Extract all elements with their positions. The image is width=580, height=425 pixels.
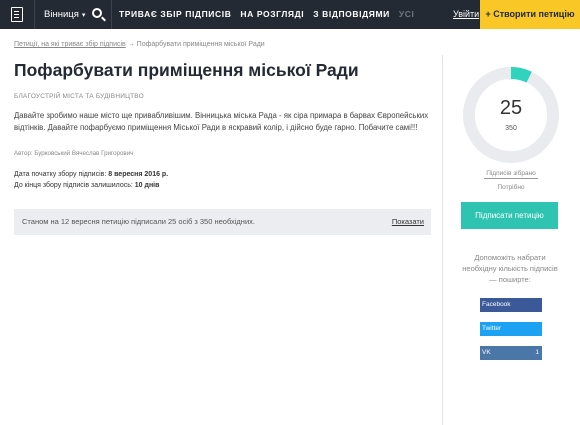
tab-collecting[interactable]: ТРИВАЄ ЗБІР ПІДПИСІВ xyxy=(119,9,231,19)
petition-category: БЛАГОУСТРІЙ МІСТА ТА БУДІВНИЦТВО xyxy=(14,93,144,100)
time-remaining: До кінця збору підписів залишилось: 10 д… xyxy=(14,182,159,189)
petition-description: Давайте зробимо наше місто ще привабливі… xyxy=(14,111,429,132)
signature-count: 25 xyxy=(499,97,523,119)
create-petition-button[interactable]: + Створити петицію xyxy=(480,0,580,29)
start-date-value: 8 вересня 2016 р. xyxy=(108,171,169,178)
sign-petition-button[interactable]: Підписати петицію xyxy=(461,202,558,229)
breadcrumb-current: Пофарбувати приміщення міської Ради xyxy=(136,41,265,48)
sidebar-divider xyxy=(442,55,443,425)
share-twitter-button[interactable]: Twitter xyxy=(480,322,542,336)
city-label: Вінниця xyxy=(44,9,79,20)
top-nav-bar: Вінниця ▾ ТРИВАЄ ЗБІР ПІДПИСІВ НА РОЗГЛЯД… xyxy=(0,0,580,29)
chevron-down-icon: ▾ xyxy=(81,12,86,19)
collected-label: Підписів зібрано xyxy=(486,170,536,177)
breadcrumb-arrow: → xyxy=(127,41,135,48)
show-signers-link[interactable]: Показати xyxy=(392,217,424,226)
city-selector[interactable]: Вінниця ▾ xyxy=(44,9,85,20)
petition-logo-icon[interactable] xyxy=(11,7,23,22)
share-help-text: Допоможіть набрати необхідну кількість п… xyxy=(462,253,558,284)
tab-under-review[interactable]: НА РОЗГЛЯДІ xyxy=(240,9,304,19)
login-link[interactable]: Увійти xyxy=(453,9,479,19)
signature-status-text: Станом на 12 вересня петицію підписали 2… xyxy=(22,217,255,226)
divider xyxy=(111,0,112,29)
divider xyxy=(484,178,538,179)
start-date: Дата початку збору підписів: 8 вересня 2… xyxy=(14,171,168,178)
share-vk-button[interactable]: VK 1 xyxy=(480,346,542,360)
start-date-label: Дата початку збору підписів: xyxy=(14,171,107,178)
breadcrumb: Петиції, на які триває збір підписів → П… xyxy=(14,41,265,48)
tab-answered[interactable]: З ВІДПОВІДЯМИ xyxy=(313,9,390,19)
signature-goal: 350 xyxy=(505,125,517,132)
share-facebook-button[interactable]: Facebook xyxy=(480,298,542,312)
nav-tabs: ТРИВАЄ ЗБІР ПІДПИСІВ НА РОЗГЛЯДІ З ВІДПО… xyxy=(119,9,420,19)
tab-all[interactable]: УСІ xyxy=(399,9,415,19)
share-vk-label: VK xyxy=(482,349,491,356)
needed-label: Потрібно xyxy=(497,184,525,191)
search-icon[interactable] xyxy=(92,8,102,18)
time-remaining-label: До кінця збору підписів залишилось: xyxy=(14,182,133,189)
share-vk-count: 1 xyxy=(535,349,539,356)
time-remaining-value: 10 днів xyxy=(134,182,160,189)
petition-author: Автор: Бурковський Вячеслав Григорович xyxy=(14,150,134,157)
divider xyxy=(34,0,35,29)
breadcrumb-link-collecting[interactable]: Петиції, на які триває збір підписів xyxy=(14,41,126,48)
signature-status-box: Станом на 12 вересня петицію підписали 2… xyxy=(14,209,431,235)
page-title: Пофарбувати приміщення міської Ради xyxy=(14,60,359,80)
